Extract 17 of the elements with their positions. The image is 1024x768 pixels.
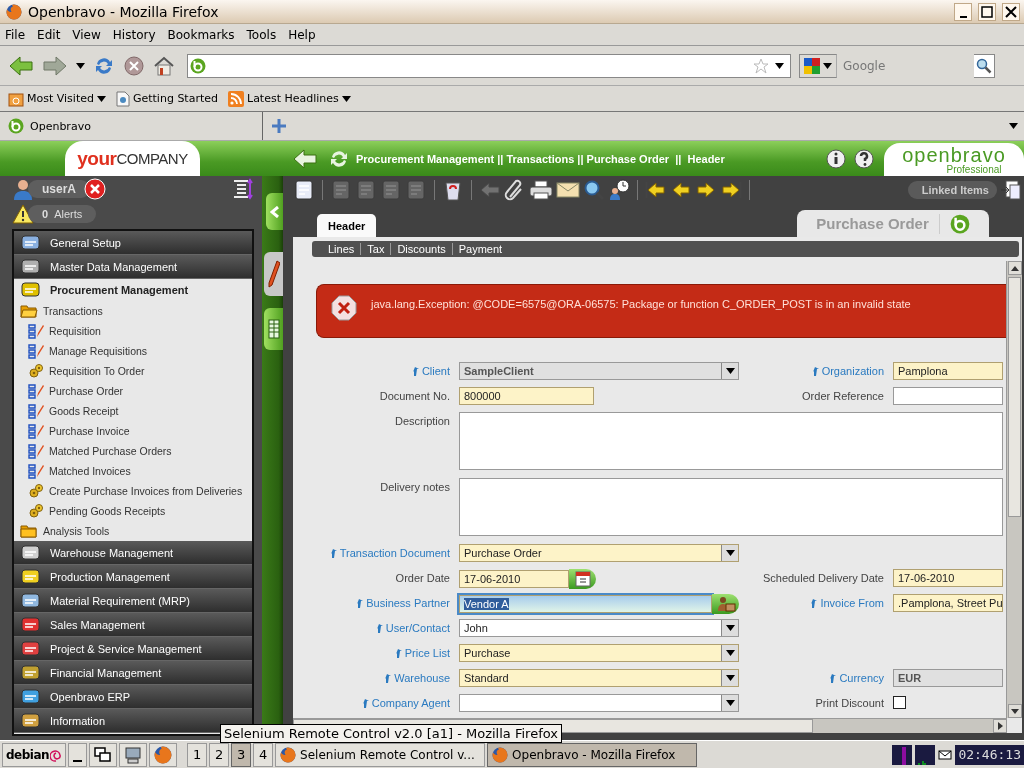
tooltip: Selenium Remote Control v2.0 [a1] - Mozilla Firefox [220,724,562,743]
error-message: java.lang.Exception: @CODE=6575@ORA-06575: Package or function C_ORDER_POST is in an invalid state [371,298,911,310]
field-label: Delivery notes [380,480,450,495]
field-label: Order Date [395,571,450,586]
clock: 02:46:13 [955,744,1024,765]
field-label: Scheduled Delivery Date [762,571,884,586]
window-title: Openbravo - Mozilla Firefox [28,3,220,20]
window-name: Purchase Order [816,215,929,232]
field-label: Print Discount [815,696,884,711]
brand-name: openbravo [902,144,1006,165]
field-label: Document No. [379,389,450,404]
breadcrumb: Procurement Management || Transactions || Purchase Order || Header [356,152,725,165]
company-logo: yourCOMPANY [65,141,200,176]
field-label: Order Reference [802,389,884,404]
field-label: Description [394,414,450,429]
tab-label: Openbravo [30,119,91,133]
brand-edition: Professional [946,164,1002,175]
